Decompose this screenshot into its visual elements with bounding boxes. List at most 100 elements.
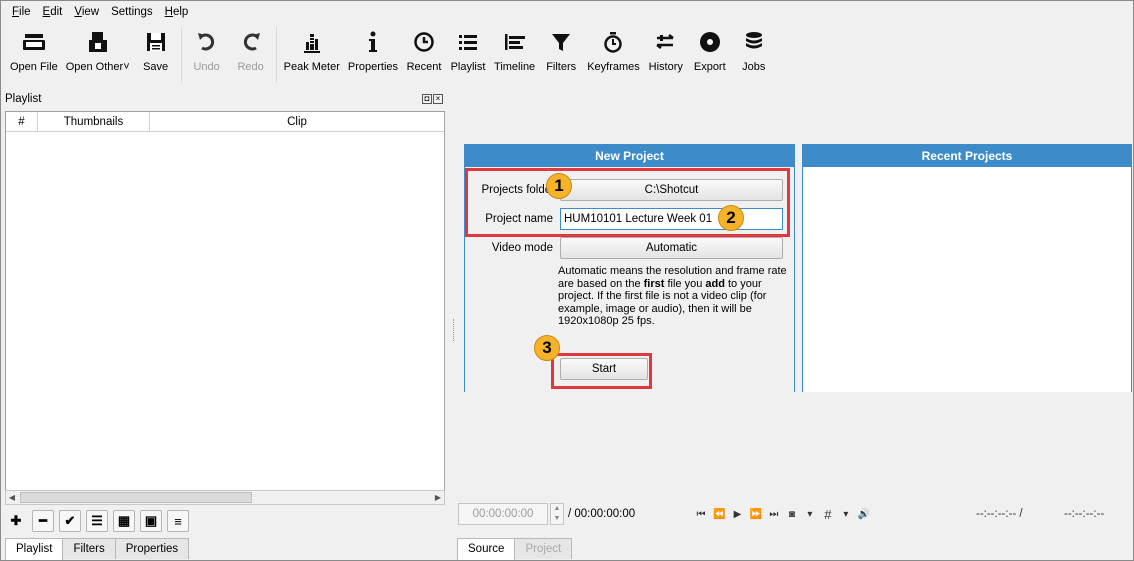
playlist-toolbar: ✚ ━ ✔ ☰ ▦ ▣ ≡ <box>5 510 189 534</box>
jobs-button[interactable]: Jobs <box>732 27 776 87</box>
add-clip-button[interactable]: ✚ <box>5 510 27 532</box>
menu-settings[interactable]: Settings <box>105 6 159 18</box>
undo-button[interactable]: Undo <box>185 27 229 87</box>
duration-timecode-value: / 00:00:00:00 <box>568 508 636 520</box>
tab-filters[interactable]: Filters <box>62 538 116 559</box>
tiles-view-button[interactable]: ▦ <box>113 510 135 532</box>
open-other-icon <box>80 27 116 57</box>
icons-view-button[interactable]: ▣ <box>140 510 162 532</box>
properties-button[interactable]: Properties <box>344 27 402 87</box>
close-dock-icon[interactable]: × <box>433 94 443 104</box>
column-number[interactable]: # <box>6 112 38 131</box>
open-other-button[interactable]: Open Other˅ <box>62 27 134 87</box>
video-mode-value: Automatic <box>645 242 698 254</box>
transport-controls: ⏮ ⏪ ▶ ⏩ ⏭ ◙ ▾ # ▾ 🔊 <box>695 507 871 522</box>
position-spinner[interactable]: ▲ ▼ <box>550 503 564 525</box>
history-button[interactable]: History <box>644 27 688 87</box>
timeline-label: Timeline <box>494 61 536 73</box>
position-timecode-input[interactable]: 00:00:00:00 <box>458 503 548 525</box>
playlist-dock-title: Playlist ◘ × <box>5 93 445 109</box>
float-dock-icon[interactable]: ◘ <box>422 94 432 104</box>
playlist-header: # Thumbnails Clip <box>6 112 444 132</box>
scrollbar-thumb[interactable] <box>20 492 252 503</box>
out-timecode: --:--:--:-- <box>1064 508 1104 520</box>
playlist-menu-button[interactable]: ≡ <box>167 510 189 532</box>
menu-view[interactable]: View <box>68 6 105 18</box>
column-clip[interactable]: Clip <box>150 112 444 131</box>
fast-forward-icon[interactable]: ⏩ <box>749 509 761 520</box>
spin-down-icon[interactable]: ▼ <box>554 515 561 522</box>
tab-playlist[interactable]: Playlist <box>5 538 64 560</box>
minus-icon: ━ <box>39 513 47 528</box>
check-icon: ✔ <box>64 513 76 528</box>
spin-up-icon[interactable]: ▲ <box>554 505 561 512</box>
desc-first: first <box>643 277 665 290</box>
recent-label: Recent <box>406 61 442 73</box>
grid-overlay-icon[interactable]: # <box>822 507 834 522</box>
save-icon <box>138 27 174 57</box>
zoom-dropdown-icon[interactable]: ▾ <box>804 509 816 520</box>
menu-view-label: iew <box>81 5 100 18</box>
skip-end-icon[interactable]: ⏭ <box>768 509 780 520</box>
play-icon[interactable]: ▶ <box>731 509 743 520</box>
video-mode-label: Video mode <box>465 242 553 254</box>
duration-timecode: / 00:00:00:00 <box>568 508 635 520</box>
video-mode-select[interactable]: Automatic <box>560 237 783 259</box>
keyframes-button[interactable]: Keyframes <box>583 27 644 87</box>
playlist-button[interactable]: Playlist <box>446 27 490 87</box>
redo-label: Redo <box>237 61 264 73</box>
open-file-label: Open File <box>10 61 58 73</box>
recent-projects-list[interactable] <box>803 167 1131 392</box>
playlist-table[interactable]: # Thumbnails Clip <box>5 111 445 504</box>
playlist-horizontal-scrollbar[interactable]: ◀ ▶ <box>5 490 445 505</box>
open-other-label: Open Other˅ <box>66 61 130 73</box>
redo-button[interactable]: Redo <box>229 27 273 87</box>
update-clip-button[interactable]: ✔ <box>59 510 81 532</box>
volume-icon[interactable]: 🔊 <box>858 509 870 520</box>
rewind-icon[interactable]: ⏪ <box>713 509 725 520</box>
scroll-left-icon[interactable]: ◀ <box>6 491 18 504</box>
in-out-timecode: --:--:--:-- / <box>976 508 1023 520</box>
open-file-button[interactable]: Open File <box>6 27 62 87</box>
undo-icon <box>189 27 225 57</box>
menu-file[interactable]: File <box>6 6 37 18</box>
step-badge-3: 3 <box>534 335 560 361</box>
save-button[interactable]: Save <box>134 27 178 87</box>
column-thumbnails[interactable]: Thumbnails <box>38 112 150 131</box>
peak-meter-label: Peak Meter <box>283 61 340 73</box>
menu-edit[interactable]: Edit <box>37 6 69 18</box>
funnel-icon <box>543 27 579 57</box>
clock-icon <box>406 27 442 57</box>
step-badge-1-number: 1 <box>554 176 564 195</box>
playlist-title: Playlist <box>5 93 42 105</box>
desc-part-b: file you <box>664 277 706 290</box>
export-button[interactable]: Export <box>688 27 732 87</box>
timeline-button[interactable]: Timeline <box>490 27 539 87</box>
peak-meter-button[interactable]: Peak Meter <box>280 27 344 87</box>
main-toolbar: Open File Open Other˅ Save Undo Redo Pea… <box>2 21 1133 91</box>
scroll-right-icon[interactable]: ▶ <box>432 491 444 504</box>
grid-dropdown-icon[interactable]: ▾ <box>840 509 852 520</box>
dock-splitter[interactable] <box>453 319 455 341</box>
details-list-icon: ☰ <box>91 513 103 528</box>
jobs-label: Jobs <box>742 61 766 73</box>
tab-properties[interactable]: Properties <box>114 538 190 559</box>
menu-icon: ≡ <box>174 513 182 529</box>
tab-properties-label: Properties <box>125 543 179 555</box>
filters-button[interactable]: Filters <box>539 27 583 87</box>
timeline-icon <box>497 27 533 57</box>
list-icon <box>450 27 486 57</box>
tab-project[interactable]: Project <box>514 538 573 559</box>
zoom-fit-icon[interactable]: ◙ <box>786 509 798 520</box>
grid-icon: ▦ <box>117 513 131 528</box>
disc-icon <box>692 27 728 57</box>
menu-file-mnemonic: F <box>12 5 20 18</box>
menu-help[interactable]: Help <box>159 6 195 18</box>
remove-clip-button[interactable]: ━ <box>32 510 54 532</box>
recent-button[interactable]: Recent <box>402 27 446 87</box>
step-badge-3-number: 3 <box>542 338 552 357</box>
export-label: Export <box>693 61 726 73</box>
tab-source[interactable]: Source <box>457 538 516 560</box>
skip-start-icon[interactable]: ⏮ <box>695 509 707 520</box>
details-view-button[interactable]: ☰ <box>86 510 108 532</box>
